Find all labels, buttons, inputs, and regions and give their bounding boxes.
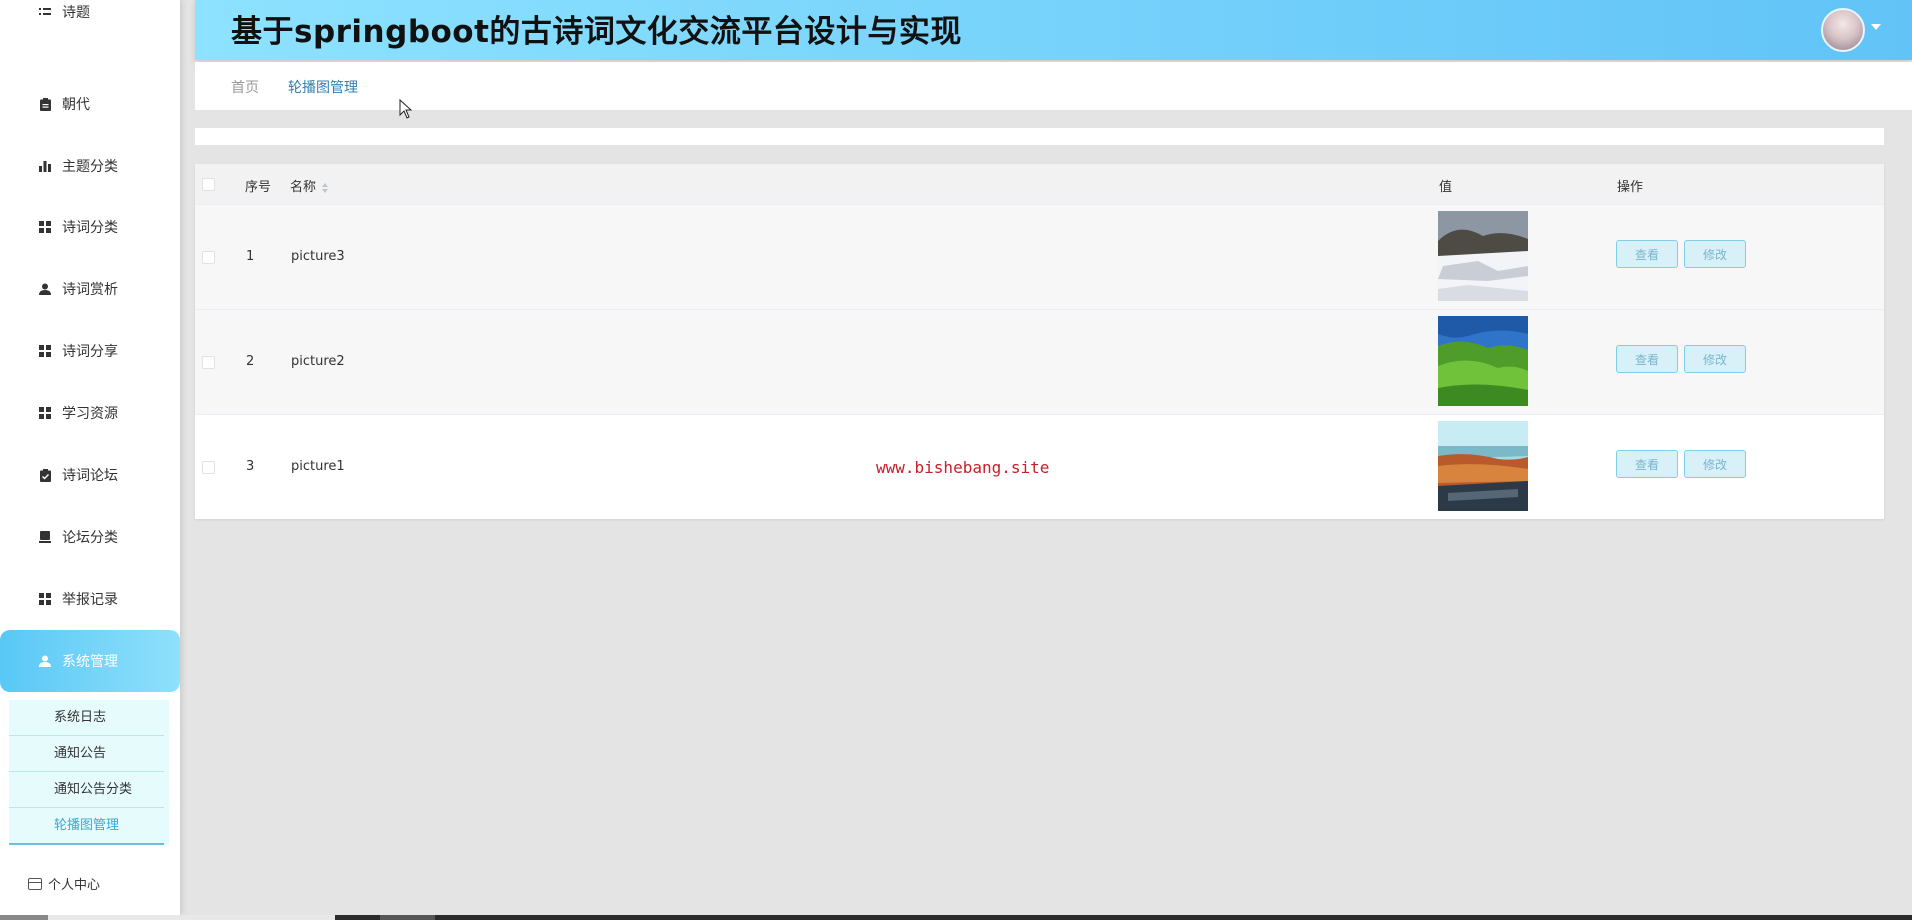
watermark-text: www.bishebang.site bbox=[876, 458, 1050, 477]
sidebar-item-poem-forum[interactable]: 诗词论坛 bbox=[0, 444, 180, 506]
avatar[interactable] bbox=[1821, 8, 1865, 52]
user-icon bbox=[38, 282, 52, 296]
sidebar-item-poem-share[interactable]: 诗词分享 bbox=[0, 320, 180, 382]
edit-button[interactable]: 修改 bbox=[1684, 240, 1746, 268]
sidebar-item-label: 主题分类 bbox=[62, 159, 118, 175]
table-row: 2 picture2 查看 修改 bbox=[195, 309, 1884, 414]
submenu-item-carousel[interactable]: 轮播图管理 bbox=[9, 808, 164, 845]
grid-icon bbox=[38, 592, 52, 606]
sidebar-item-label: 诗词分类 bbox=[62, 220, 118, 236]
row-index: 3 bbox=[246, 459, 255, 474]
breadcrumb: 首页 轮播图管理 bbox=[195, 62, 1912, 110]
sidebar-item-partial[interactable]: 诗题 bbox=[0, 0, 180, 43]
user-icon bbox=[38, 654, 52, 668]
submenu-item-notice[interactable]: 通知公告 bbox=[9, 736, 164, 772]
row-checkbox[interactable] bbox=[202, 356, 215, 369]
sidebar-item-label: 举报记录 bbox=[62, 592, 118, 608]
row-name: picture1 bbox=[291, 459, 345, 474]
row-name: picture2 bbox=[291, 354, 345, 369]
sidebar-item-label: 诗词分享 bbox=[62, 344, 118, 360]
row-checkbox[interactable] bbox=[202, 251, 215, 264]
sidebar-item-poem-appreciation[interactable]: 诗词赏析 bbox=[0, 258, 180, 320]
sidebar-item-label: 系统管理 bbox=[62, 654, 118, 670]
box-icon bbox=[38, 530, 52, 544]
grid-icon bbox=[38, 220, 52, 234]
sidebar-item-theme-category[interactable]: 主题分类 bbox=[0, 135, 180, 197]
green-hills-photo bbox=[1438, 316, 1528, 406]
taskbar-strip bbox=[0, 915, 1912, 920]
sidebar-item-system-management[interactable]: 系统管理 bbox=[0, 630, 180, 692]
sidebar-item-label: 诗词论坛 bbox=[62, 468, 118, 484]
view-button[interactable]: 查看 bbox=[1616, 450, 1678, 478]
sidebar-item-report-records[interactable]: 举报记录 bbox=[0, 568, 180, 630]
header-value: 值 bbox=[1439, 180, 1453, 195]
breadcrumb-home[interactable]: 首页 bbox=[231, 77, 259, 97]
header-index: 序号 bbox=[245, 180, 272, 195]
personal-center-label: 个人中心 bbox=[48, 878, 101, 893]
card-icon bbox=[28, 877, 42, 890]
table-header: 序号 名称 值 操作 bbox=[195, 164, 1884, 204]
app-header: 基于springboot的古诗词文化交流平台设计与实现 bbox=[195, 0, 1912, 60]
app-title: 基于springboot的古诗词文化交流平台设计与实现 bbox=[231, 14, 962, 50]
table-row: 1 picture3 查看 修改 bbox=[195, 204, 1884, 309]
grid-icon bbox=[38, 406, 52, 420]
sidebar-item-forum-category[interactable]: 论坛分类 bbox=[0, 506, 180, 568]
sidebar-item-label: 朝代 bbox=[62, 97, 90, 113]
taskbar-segment bbox=[0, 915, 48, 920]
list-icon bbox=[38, 5, 52, 19]
row-name: picture3 bbox=[291, 249, 345, 264]
taskbar-segment bbox=[48, 915, 335, 920]
header-name-label: 名称 bbox=[290, 180, 317, 195]
personal-center-link[interactable]: 个人中心 bbox=[28, 874, 100, 893]
sidebar-item-learning-resources[interactable]: 学习资源 bbox=[0, 382, 180, 444]
sidebar-item-poem-category[interactable]: 诗词分类 bbox=[0, 196, 180, 258]
sidebar-item-label: 论坛分类 bbox=[62, 530, 118, 546]
grid-icon bbox=[38, 344, 52, 358]
view-button[interactable]: 查看 bbox=[1616, 345, 1678, 373]
sunset-lake-photo bbox=[1438, 421, 1528, 511]
clipboard-icon bbox=[38, 97, 52, 111]
sidebar: 诗题 朝代 主题分类 诗词分类 诗词赏析 诗词分享 学习资源 诗词论坛 论坛分类… bbox=[0, 0, 180, 915]
row-index: 1 bbox=[246, 249, 255, 264]
row-index: 2 bbox=[246, 354, 255, 369]
header-actions: 操作 bbox=[1617, 180, 1644, 195]
edit-button[interactable]: 修改 bbox=[1684, 345, 1746, 373]
mouse-cursor-icon bbox=[399, 98, 413, 123]
select-all-checkbox[interactable] bbox=[202, 178, 215, 191]
view-button[interactable]: 查看 bbox=[1616, 240, 1678, 268]
sidebar-item-label: 诗词赏析 bbox=[62, 282, 118, 298]
sort-icon[interactable] bbox=[322, 182, 329, 193]
sidebar-item-label: 学习资源 bbox=[62, 406, 118, 422]
submenu-item-notice-category[interactable]: 通知公告分类 bbox=[9, 772, 164, 808]
clipboard-check-icon bbox=[38, 468, 52, 482]
sidebar-item-dynasty[interactable]: 朝代 bbox=[0, 73, 180, 135]
row-checkbox[interactable] bbox=[202, 461, 215, 474]
header-name[interactable]: 名称 bbox=[290, 176, 329, 195]
sidebar-item-label: 诗题 bbox=[62, 5, 90, 21]
breadcrumb-current[interactable]: 轮播图管理 bbox=[288, 77, 358, 97]
search-panel bbox=[195, 128, 1884, 145]
edit-button[interactable]: 修改 bbox=[1684, 450, 1746, 478]
bar-chart-icon bbox=[38, 159, 52, 173]
snowy-mountain-photo bbox=[1438, 211, 1528, 301]
caret-down-icon[interactable] bbox=[1871, 24, 1881, 30]
system-submenu: 系统日志 通知公告 通知公告分类 轮播图管理 bbox=[9, 700, 169, 845]
taskbar-segment bbox=[380, 915, 435, 920]
submenu-item-system-log[interactable]: 系统日志 bbox=[9, 700, 164, 736]
